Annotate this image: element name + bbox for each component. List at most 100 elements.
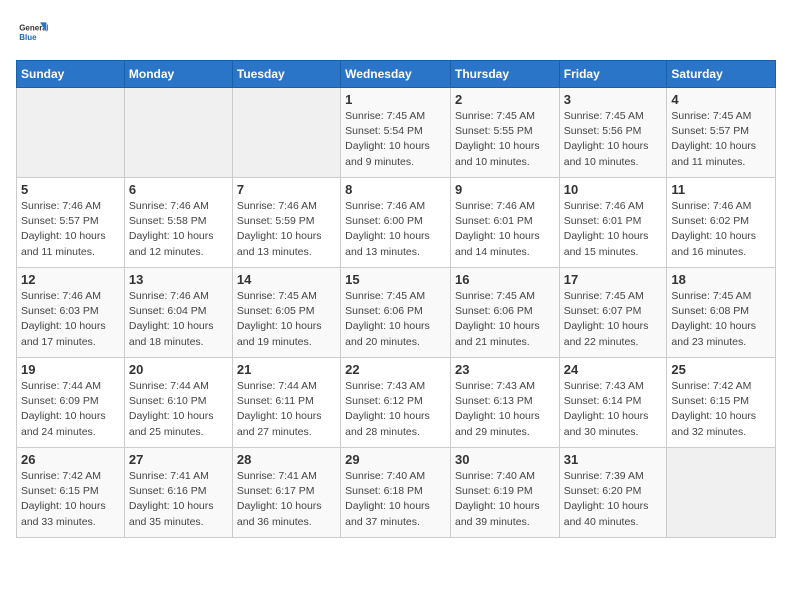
day-number: 25 (671, 362, 771, 377)
day-info: Sunrise: 7:44 AMSunset: 6:11 PMDaylight:… (237, 379, 336, 440)
day-cell: 14 Sunrise: 7:45 AMSunset: 6:05 PMDayligh… (232, 268, 340, 358)
day-info: Sunrise: 7:42 AMSunset: 6:15 PMDaylight:… (671, 379, 771, 440)
week-row-4: 19 Sunrise: 7:44 AMSunset: 6:09 PMDayligh… (17, 358, 776, 448)
day-cell: 4Sunrise: 7:45 AMSunset: 5:57 PMDaylight… (667, 88, 776, 178)
day-cell (124, 88, 232, 178)
day-cell: 11 Sunrise: 7:46 AMSunset: 6:02 PMDayligh… (667, 178, 776, 268)
day-cell: 18 Sunrise: 7:45 AMSunset: 6:08 PMDayligh… (667, 268, 776, 358)
day-cell: 20 Sunrise: 7:44 AMSunset: 6:10 PMDayligh… (124, 358, 232, 448)
day-cell: 5 Sunrise: 7:46 AMSunset: 5:57 PMDaylight… (17, 178, 125, 268)
day-number: 8 (345, 182, 446, 197)
day-number: 26 (21, 452, 120, 467)
day-info: Sunrise: 7:39 AMSunset: 6:20 PMDaylight:… (564, 469, 663, 530)
weekday-thursday: Thursday (450, 61, 559, 88)
day-cell: 23 Sunrise: 7:43 AMSunset: 6:13 PMDayligh… (450, 358, 559, 448)
day-number: 17 (564, 272, 663, 287)
day-info: Sunrise: 7:46 AMSunset: 5:57 PMDaylight:… (21, 199, 120, 260)
day-info: Sunrise: 7:46 AMSunset: 5:59 PMDaylight:… (237, 199, 336, 260)
day-number: 29 (345, 452, 446, 467)
day-cell: 30 Sunrise: 7:40 AMSunset: 6:19 PMDayligh… (450, 448, 559, 538)
day-cell: 17 Sunrise: 7:45 AMSunset: 6:07 PMDayligh… (559, 268, 667, 358)
day-info: Sunrise: 7:45 AMSunset: 5:55 PMDaylight:… (455, 109, 555, 170)
day-info: Sunrise: 7:46 AMSunset: 6:00 PMDaylight:… (345, 199, 446, 260)
day-info: Sunrise: 7:45 AMSunset: 5:57 PMDaylight:… (671, 109, 771, 170)
day-info: Sunrise: 7:45 AMSunset: 6:07 PMDaylight:… (564, 289, 663, 350)
day-info: Sunrise: 7:41 AMSunset: 6:16 PMDaylight:… (129, 469, 228, 530)
day-number: 12 (21, 272, 120, 287)
day-info: Sunrise: 7:43 AMSunset: 6:12 PMDaylight:… (345, 379, 446, 440)
day-number: 19 (21, 362, 120, 377)
day-info: Sunrise: 7:40 AMSunset: 6:18 PMDaylight:… (345, 469, 446, 530)
day-number: 3 (564, 92, 663, 107)
day-cell: 29 Sunrise: 7:40 AMSunset: 6:18 PMDayligh… (341, 448, 451, 538)
week-row-3: 12Sunrise: 7:46 AMSunset: 6:03 PMDayligh… (17, 268, 776, 358)
day-info: Sunrise: 7:43 AMSunset: 6:13 PMDaylight:… (455, 379, 555, 440)
day-cell: 26 Sunrise: 7:42 AMSunset: 6:15 PMDayligh… (17, 448, 125, 538)
day-number: 13 (129, 272, 228, 287)
day-cell: 13 Sunrise: 7:46 AMSunset: 6:04 PMDayligh… (124, 268, 232, 358)
page-header: General Blue (16, 16, 776, 48)
day-info: Sunrise: 7:40 AMSunset: 6:19 PMDaylight:… (455, 469, 555, 530)
day-number: 5 (21, 182, 120, 197)
day-cell: 3 Sunrise: 7:45 AMSunset: 5:56 PMDaylight… (559, 88, 667, 178)
day-cell: 1 Sunrise: 7:45 AMSunset: 5:54 PMDaylight… (341, 88, 451, 178)
day-number: 27 (129, 452, 228, 467)
calendar-table: SundayMondayTuesdayWednesdayThursdayFrid… (16, 60, 776, 538)
day-info: Sunrise: 7:46 AMSunset: 6:01 PMDaylight:… (564, 199, 663, 260)
svg-text:Blue: Blue (19, 33, 37, 42)
day-number: 14 (237, 272, 336, 287)
day-info: Sunrise: 7:46 AMSunset: 6:04 PMDaylight:… (129, 289, 228, 350)
weekday-tuesday: Tuesday (232, 61, 340, 88)
day-info: Sunrise: 7:45 AMSunset: 6:05 PMDaylight:… (237, 289, 336, 350)
day-cell: 24Sunrise: 7:43 AMSunset: 6:14 PMDayligh… (559, 358, 667, 448)
day-number: 24 (564, 362, 663, 377)
weekday-monday: Monday (124, 61, 232, 88)
day-cell (232, 88, 340, 178)
day-info: Sunrise: 7:45 AMSunset: 6:08 PMDaylight:… (671, 289, 771, 350)
day-cell (17, 88, 125, 178)
day-info: Sunrise: 7:46 AMSunset: 6:02 PMDaylight:… (671, 199, 771, 260)
day-cell: 7Sunrise: 7:46 AMSunset: 5:59 PMDaylight… (232, 178, 340, 268)
day-number: 30 (455, 452, 555, 467)
day-number: 23 (455, 362, 555, 377)
day-number: 6 (129, 182, 228, 197)
day-number: 28 (237, 452, 336, 467)
day-info: Sunrise: 7:46 AMSunset: 5:58 PMDaylight:… (129, 199, 228, 260)
day-info: Sunrise: 7:44 AMSunset: 6:10 PMDaylight:… (129, 379, 228, 440)
day-cell (667, 448, 776, 538)
day-cell: 15 Sunrise: 7:45 AMSunset: 6:06 PMDayligh… (341, 268, 451, 358)
day-info: Sunrise: 7:45 AMSunset: 5:56 PMDaylight:… (564, 109, 663, 170)
day-info: Sunrise: 7:45 AMSunset: 6:06 PMDaylight:… (345, 289, 446, 350)
weekday-saturday: Saturday (667, 61, 776, 88)
day-number: 11 (671, 182, 771, 197)
day-cell: 19 Sunrise: 7:44 AMSunset: 6:09 PMDayligh… (17, 358, 125, 448)
day-cell: 2Sunrise: 7:45 AMSunset: 5:55 PMDaylight… (450, 88, 559, 178)
day-number: 9 (455, 182, 555, 197)
week-row-5: 26 Sunrise: 7:42 AMSunset: 6:15 PMDayligh… (17, 448, 776, 538)
day-number: 21 (237, 362, 336, 377)
day-number: 1 (345, 92, 446, 107)
weekday-header-row: SundayMondayTuesdayWednesdayThursdayFrid… (17, 61, 776, 88)
day-cell: 8 Sunrise: 7:46 AMSunset: 6:00 PMDaylight… (341, 178, 451, 268)
day-info: Sunrise: 7:46 AMSunset: 6:01 PMDaylight:… (455, 199, 555, 260)
day-number: 20 (129, 362, 228, 377)
day-number: 10 (564, 182, 663, 197)
week-row-1: 1 Sunrise: 7:45 AMSunset: 5:54 PMDaylight… (17, 88, 776, 178)
weekday-wednesday: Wednesday (341, 61, 451, 88)
weekday-friday: Friday (559, 61, 667, 88)
day-cell: 6 Sunrise: 7:46 AMSunset: 5:58 PMDaylight… (124, 178, 232, 268)
day-info: Sunrise: 7:44 AMSunset: 6:09 PMDaylight:… (21, 379, 120, 440)
day-number: 16 (455, 272, 555, 287)
day-info: Sunrise: 7:45 AMSunset: 6:06 PMDaylight:… (455, 289, 555, 350)
week-row-2: 5 Sunrise: 7:46 AMSunset: 5:57 PMDaylight… (17, 178, 776, 268)
day-number: 18 (671, 272, 771, 287)
day-cell: 10 Sunrise: 7:46 AMSunset: 6:01 PMDayligh… (559, 178, 667, 268)
day-number: 22 (345, 362, 446, 377)
weekday-sunday: Sunday (17, 61, 125, 88)
day-number: 15 (345, 272, 446, 287)
day-info: Sunrise: 7:45 AMSunset: 5:54 PMDaylight:… (345, 109, 446, 170)
day-info: Sunrise: 7:42 AMSunset: 6:15 PMDaylight:… (21, 469, 120, 530)
day-cell: 31Sunrise: 7:39 AMSunset: 6:20 PMDayligh… (559, 448, 667, 538)
day-cell: 28Sunrise: 7:41 AMSunset: 6:17 PMDayligh… (232, 448, 340, 538)
day-cell: 21 Sunrise: 7:44 AMSunset: 6:11 PMDayligh… (232, 358, 340, 448)
